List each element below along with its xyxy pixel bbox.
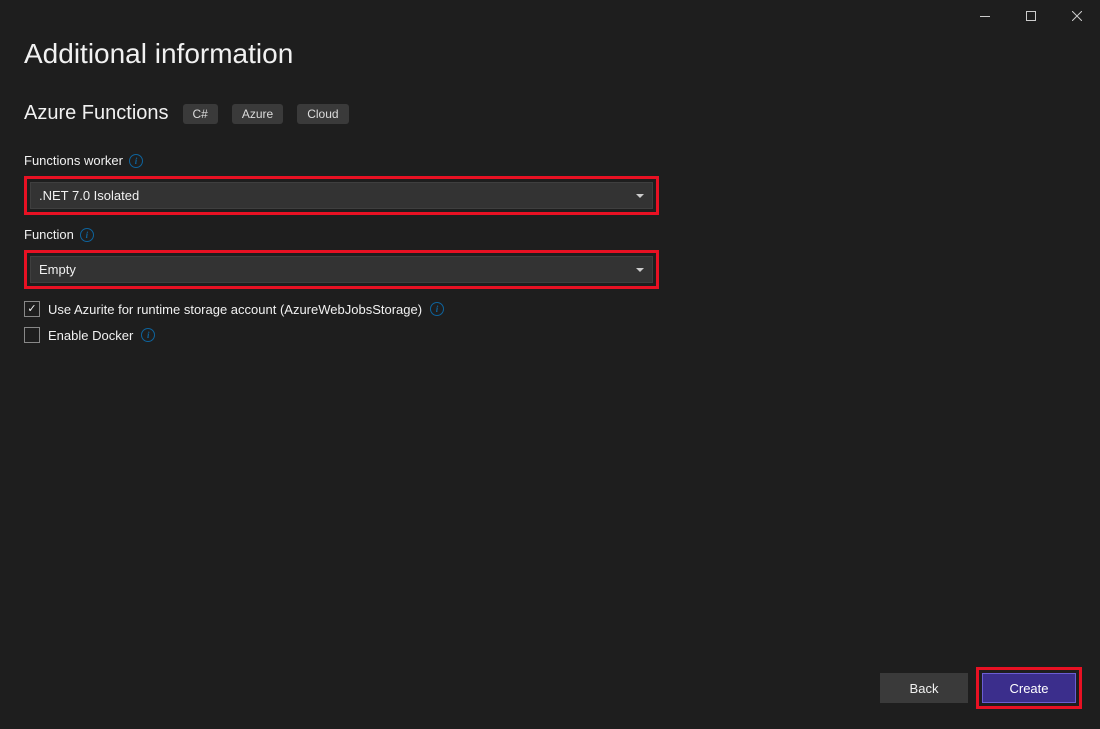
window-titlebar <box>0 0 1100 32</box>
worker-label: Functions worker <box>24 153 123 168</box>
page-title: Additional information <box>24 38 1076 70</box>
chevron-down-icon <box>636 268 644 272</box>
info-icon[interactable]: i <box>129 154 143 168</box>
window-maximize-button[interactable] <box>1008 0 1054 32</box>
azurite-label: Use Azurite for runtime storage account … <box>48 302 422 317</box>
maximize-icon <box>1026 11 1036 21</box>
function-label-row: Function i <box>24 227 1076 242</box>
info-icon[interactable]: i <box>80 228 94 242</box>
window-minimize-button[interactable] <box>962 0 1008 32</box>
tag-cloud: Cloud <box>297 104 348 124</box>
tag-csharp: C# <box>183 104 218 124</box>
create-button[interactable]: Create <box>982 673 1076 703</box>
section-title: Azure Functions <box>24 102 169 125</box>
azurite-checkbox[interactable] <box>24 301 40 317</box>
info-icon[interactable]: i <box>430 302 444 316</box>
function-dropdown-highlight: Empty <box>24 250 659 289</box>
worker-label-row: Functions worker i <box>24 153 1076 168</box>
create-button-highlight: Create <box>976 667 1082 709</box>
function-dropdown-value: Empty <box>39 262 76 277</box>
docker-checkbox[interactable] <box>24 327 40 343</box>
chevron-down-icon <box>636 194 644 198</box>
close-icon <box>1072 11 1082 21</box>
info-icon[interactable]: i <box>141 328 155 342</box>
back-button[interactable]: Back <box>880 673 968 703</box>
function-dropdown[interactable]: Empty <box>30 256 653 283</box>
window-close-button[interactable] <box>1054 0 1100 32</box>
worker-dropdown[interactable]: .NET 7.0 Isolated <box>30 182 653 209</box>
footer: Back Create <box>880 667 1082 709</box>
worker-dropdown-value: .NET 7.0 Isolated <box>39 188 139 203</box>
docker-label: Enable Docker <box>48 328 133 343</box>
minimize-icon <box>980 16 990 17</box>
function-label: Function <box>24 227 74 242</box>
tag-azure: Azure <box>232 104 283 124</box>
worker-dropdown-highlight: .NET 7.0 Isolated <box>24 176 659 215</box>
docker-option-row: Enable Docker i <box>24 327 1076 343</box>
azurite-option-row: Use Azurite for runtime storage account … <box>24 301 1076 317</box>
section-header: Azure Functions C# Azure Cloud <box>24 102 1076 125</box>
